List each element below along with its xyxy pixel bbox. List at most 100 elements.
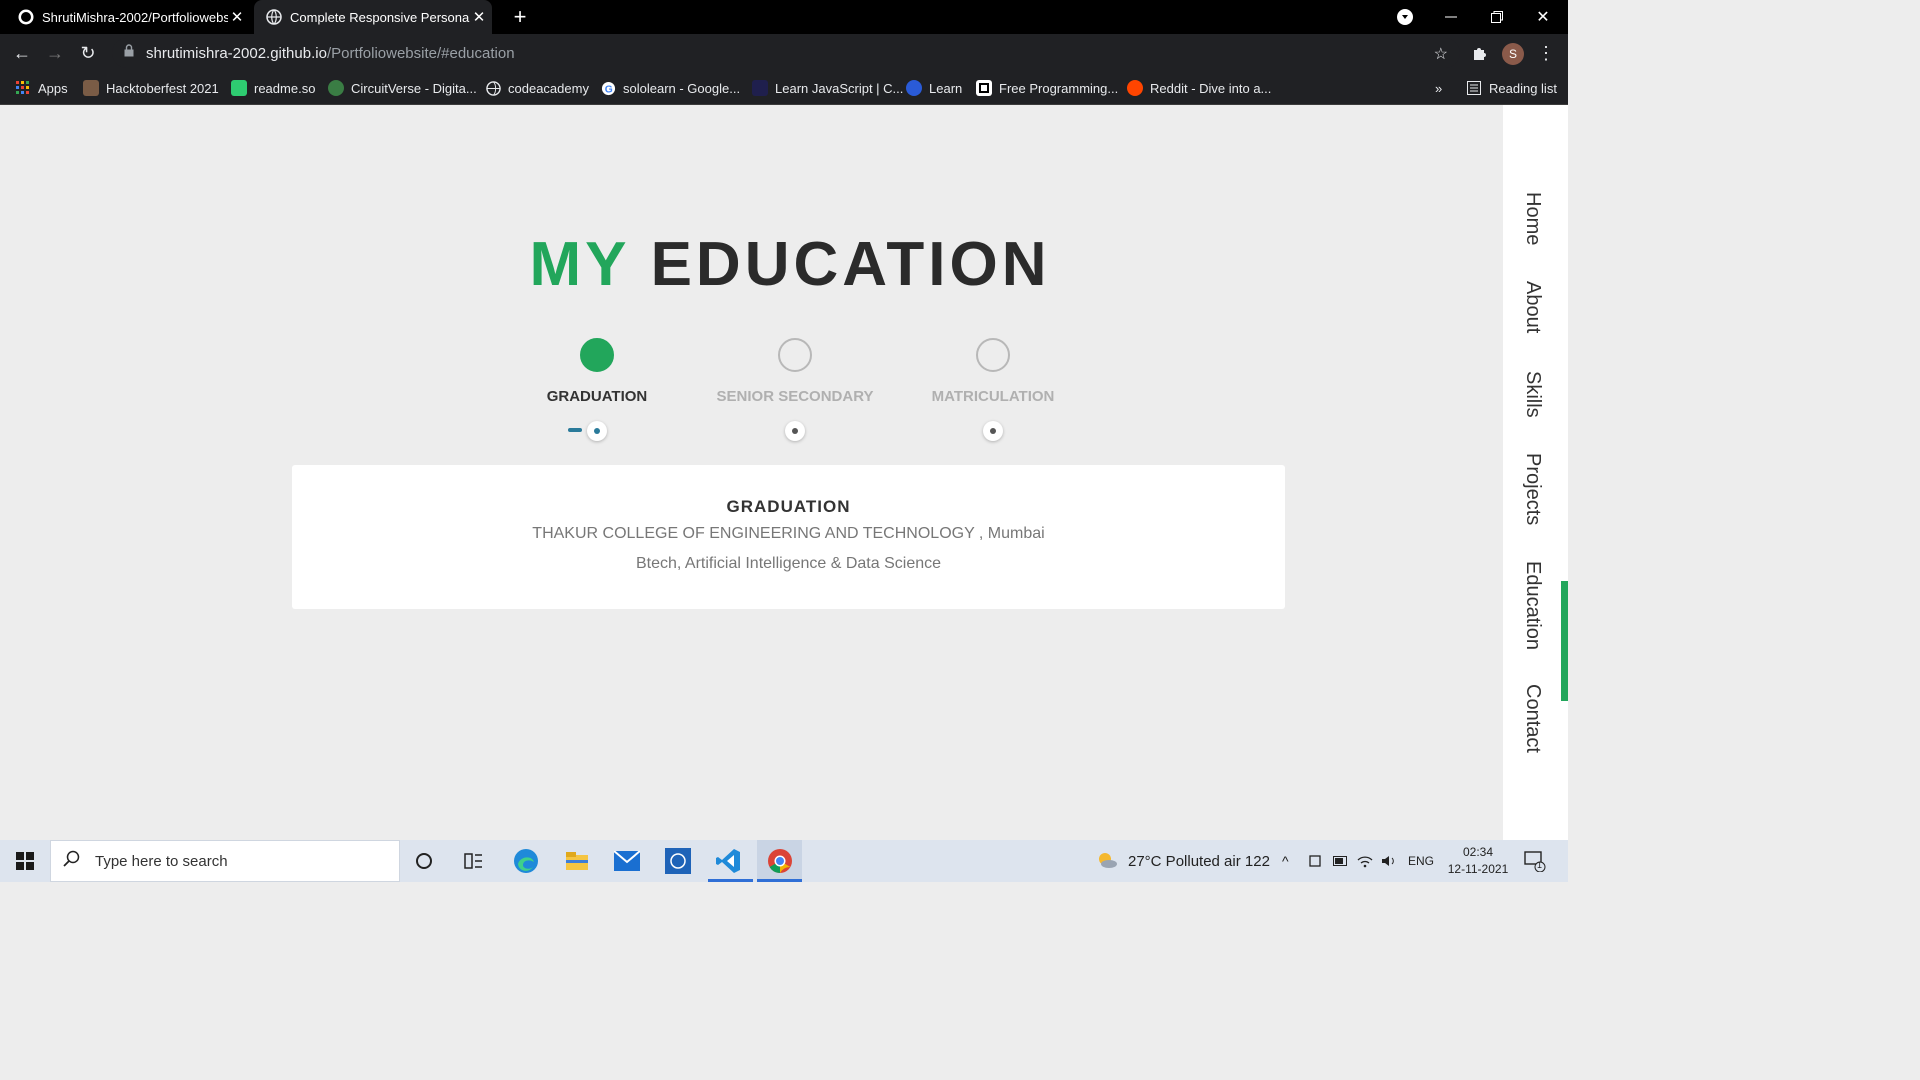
reading-list-icon xyxy=(1466,80,1482,96)
step-label: MATRICULATION xyxy=(931,388,1055,405)
bookmark-label: Reddit - Dive into a... xyxy=(1150,80,1272,96)
reload-icon[interactable]: ↻ xyxy=(77,42,99,64)
bookmark-sololearn[interactable]: G sololearn - Google... xyxy=(600,77,740,99)
step-radio-knob[interactable] xyxy=(983,421,1003,441)
taskbar-clock[interactable]: 02:34 12-11-2021 xyxy=(1440,844,1516,878)
search-icon xyxy=(63,850,81,873)
bookmark-learn-javascript[interactable]: Learn JavaScript | C... xyxy=(752,77,903,99)
timeline-step-matriculation[interactable]: MATRICULATION xyxy=(893,338,1093,441)
svg-text:G: G xyxy=(604,84,612,95)
dell-app-icon[interactable] xyxy=(658,840,698,882)
bookmark-star-icon[interactable]: ☆ xyxy=(1434,44,1448,64)
close-icon[interactable]: ✕ xyxy=(470,8,488,26)
cortana-circle-icon[interactable] xyxy=(405,840,443,882)
bookmark-label: Learn JavaScript | C... xyxy=(775,80,904,96)
volume-icon[interactable] xyxy=(1381,840,1397,882)
step-radio-knob[interactable] xyxy=(587,421,607,441)
step-circle xyxy=(778,338,812,372)
nav-link-education[interactable]: Education xyxy=(1521,561,1544,650)
step-label: GRADUATION xyxy=(546,388,648,405)
bookmark-hacktoberfest[interactable]: Hacktoberfest 2021 xyxy=(83,77,219,99)
wifi-icon[interactable] xyxy=(1357,840,1373,882)
heading-main: EDUCATION xyxy=(650,230,1051,299)
menu-kebab-icon[interactable]: ⋮ xyxy=(1535,42,1557,64)
timeline-step-graduation[interactable]: GRADUATION xyxy=(497,338,697,441)
chrome-active-indicator xyxy=(757,879,802,882)
codecademy-icon xyxy=(752,80,768,96)
show-hidden-icons-chevron[interactable]: ^ xyxy=(1282,840,1289,882)
tab-title: Complete Responsive Personal P xyxy=(290,9,470,25)
extensions-puzzle-icon[interactable] xyxy=(1469,42,1491,64)
globe-icon xyxy=(266,9,282,25)
window-close-icon[interactable]: ✕ xyxy=(1528,0,1558,34)
url-path: /Portfoliowebsite/#education xyxy=(326,44,515,62)
weather-widget[interactable]: 27°C Polluted air 122 xyxy=(1096,840,1270,882)
heading-accent: MY xyxy=(529,230,630,299)
bookmark-codeacademy[interactable]: codeacademy xyxy=(485,77,589,99)
task-view-icon[interactable] xyxy=(455,840,493,882)
mail-icon[interactable] xyxy=(607,840,647,882)
clock-date: 12-11-2021 xyxy=(1447,862,1509,876)
profile-avatar[interactable]: S xyxy=(1502,43,1524,65)
language-indicator[interactable]: ENG xyxy=(1408,840,1434,882)
bookmark-free-programming[interactable]: Free Programming... xyxy=(976,77,1118,99)
card-institution: THAKUR COLLEGE OF ENGINEERING AND TECHNO… xyxy=(532,525,1045,542)
step-circle xyxy=(976,338,1010,372)
bookmark-label: readme.so xyxy=(254,80,316,96)
bookmark-circuitverse[interactable]: CircuitVerse - Digita... xyxy=(328,77,477,99)
notification-center-icon[interactable]: 1 xyxy=(1524,840,1546,882)
chrome-icon[interactable] xyxy=(757,840,802,882)
step-radio-knob[interactable] xyxy=(785,421,805,441)
edge-browser-icon[interactable] xyxy=(506,840,546,882)
bookmark-reddit[interactable]: Reddit - Dive into a... xyxy=(1127,77,1271,99)
freecodecamp-icon xyxy=(976,80,992,96)
battery-icon[interactable] xyxy=(1333,840,1349,882)
nav-link-projects[interactable]: Projects xyxy=(1521,453,1544,525)
meet-now-icon[interactable] xyxy=(1309,840,1323,882)
reading-list-button[interactable]: Reading list xyxy=(1466,77,1557,99)
bookmark-learn[interactable]: Learn xyxy=(906,77,962,99)
browser-toolbar: ← → ↻ shrutimishra-2002.github.io/Portfo… xyxy=(0,34,1568,72)
learn-icon xyxy=(906,80,922,96)
windows-start-icon[interactable] xyxy=(0,840,50,882)
weather-sun-cloud-icon xyxy=(1096,851,1118,872)
file-explorer-icon[interactable] xyxy=(557,840,597,882)
reading-list-label: Reading list xyxy=(1489,80,1557,96)
browser-tab-strip: ShrutiMishra-2002/Portfoliowebs ✕ Comple… xyxy=(0,0,1568,34)
card-title: GRADUATION xyxy=(726,497,851,516)
nav-link-home[interactable]: Home xyxy=(1521,192,1544,245)
nav-link-skills[interactable]: Skills xyxy=(1521,371,1544,418)
step-circle xyxy=(580,338,614,372)
reddit-icon xyxy=(1127,80,1143,96)
forward-arrow-icon[interactable]: → xyxy=(44,42,66,64)
bookmark-label: sololearn - Google... xyxy=(623,80,741,96)
tab-portfolio[interactable]: Complete Responsive Personal P ✕ xyxy=(254,0,492,34)
tab-search-icon[interactable] xyxy=(1397,9,1413,25)
back-arrow-icon[interactable]: ← xyxy=(11,42,33,64)
clock-time: 02:34 xyxy=(1462,845,1494,859)
readme-icon xyxy=(231,80,247,96)
google-icon: G xyxy=(600,80,616,96)
nav-link-contact[interactable]: Contact xyxy=(1521,684,1544,753)
new-tab-plus-icon[interactable]: + xyxy=(509,4,531,30)
minimize-icon[interactable] xyxy=(1436,0,1466,34)
restore-icon[interactable] xyxy=(1482,0,1512,34)
bookmark-apps[interactable]: Apps xyxy=(15,77,68,99)
vscode-icon[interactable] xyxy=(708,840,748,882)
step-label: SENIOR SECONDARY xyxy=(716,388,874,405)
bookmark-readme[interactable]: readme.so xyxy=(231,77,315,99)
nav-link-about[interactable]: About xyxy=(1521,281,1544,333)
vscode-active-indicator xyxy=(708,879,753,882)
taskbar-search-input[interactable]: Type here to search xyxy=(50,840,400,882)
vertical-side-nav: Home About Skills Projects Education Con… xyxy=(1503,105,1568,840)
card-degree: Btech, Artificial Intelligence & Data Sc… xyxy=(635,555,942,572)
education-card: GRADUATION THAKUR COLLEGE OF ENGINEERING… xyxy=(292,465,1285,609)
bookmark-label: Apps xyxy=(38,80,68,96)
tab-title: ShrutiMishra-2002/Portfoliowebs xyxy=(42,9,228,25)
more-bookmarks-chevron-icon[interactable]: » xyxy=(1435,77,1442,99)
tab-github[interactable]: ShrutiMishra-2002/Portfoliowebs ✕ xyxy=(18,0,246,34)
bookmark-label: Hacktoberfest 2021 xyxy=(106,80,219,96)
address-bar[interactable]: shrutimishra-2002.github.io/Portfolioweb… xyxy=(112,38,1460,68)
close-icon[interactable]: ✕ xyxy=(228,8,246,26)
timeline-step-senior-secondary[interactable]: SENIOR SECONDARY xyxy=(695,338,895,441)
